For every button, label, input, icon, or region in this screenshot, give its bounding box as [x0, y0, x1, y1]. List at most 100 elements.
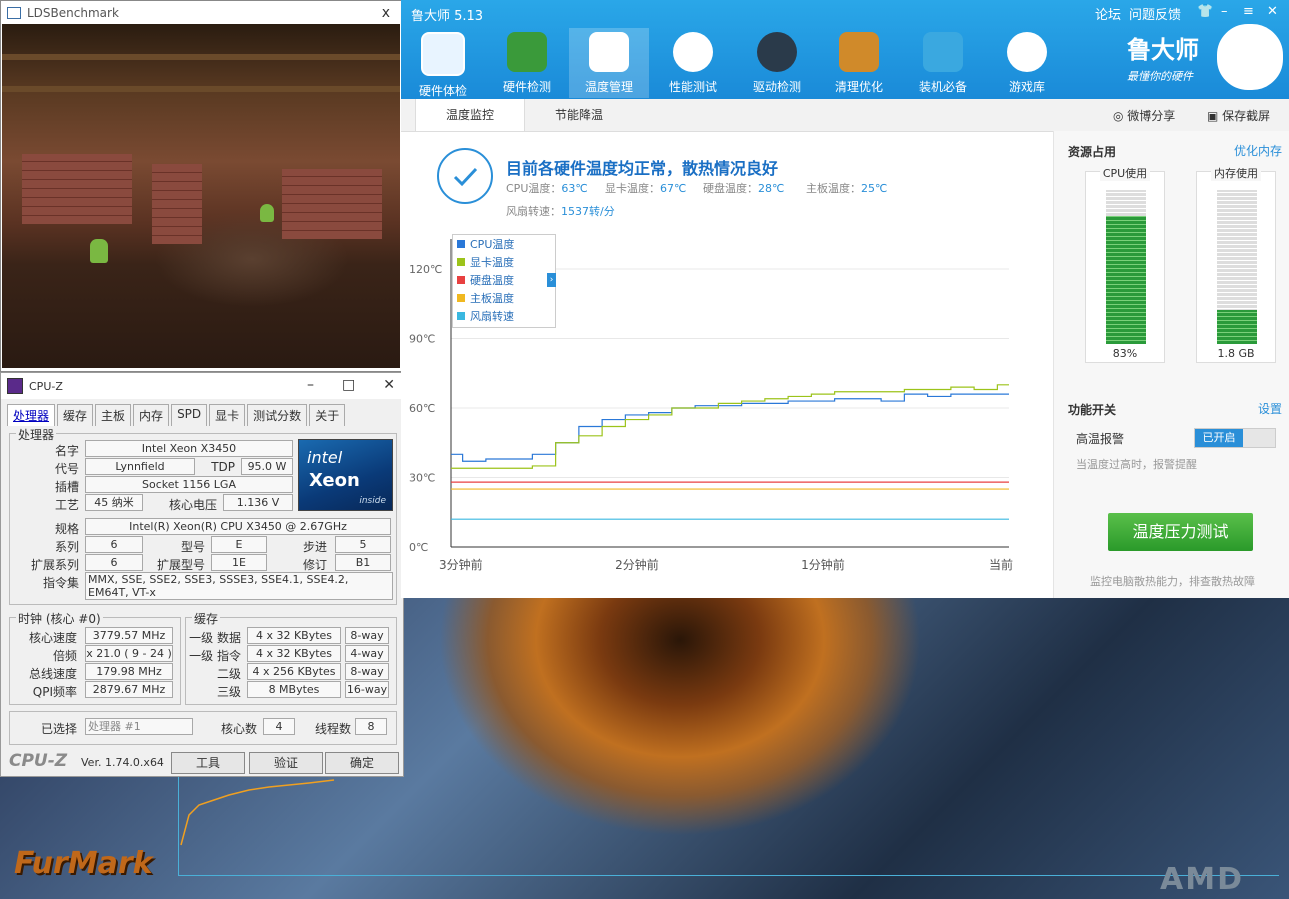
menu-icon[interactable]: ≡ [1243, 4, 1254, 19]
brick-wall [282, 169, 382, 239]
cpuz-title: CPU-Z [29, 379, 63, 393]
tab-memory[interactable]: 内存 [133, 404, 170, 426]
cpu-usage-value: 83% [1112, 347, 1138, 360]
nav-hardware-check[interactable]: 硬件体检 [403, 28, 483, 98]
legend-item[interactable]: 风扇转速 [453, 307, 555, 325]
multiplier-label: 倍频 [52, 649, 77, 663]
qpi-value: 2879.67 MHz [85, 681, 173, 698]
nav-driver[interactable]: 驱动检测 [737, 28, 817, 98]
nav-hardware-detect[interactable]: 硬件检测 [487, 28, 567, 98]
ludashi-header: 鲁大师 5.13 论坛 问题反馈 👕 – ≡ ✕ 硬件体检 硬件检测 温度管理 … [401, 0, 1289, 99]
ext-family-value: 6 [85, 554, 143, 571]
disk-temp-label: 硬盘温度： [703, 182, 758, 195]
stepping-label: 步进 [302, 540, 327, 554]
legend-swatch [457, 294, 465, 302]
droid-character [90, 239, 108, 263]
nav-label: 硬件检测 [502, 80, 551, 94]
x-tick-label: 3分钟前 [439, 557, 483, 572]
cache-group-label: 缓存 [192, 610, 221, 627]
tab-graphics[interactable]: 显卡 [209, 404, 246, 426]
tab-bench[interactable]: 测试分数 [247, 404, 308, 426]
clocks-group-label: 时钟 (核心 #0) [16, 610, 103, 627]
nav-temperature[interactable]: 温度管理 [569, 28, 649, 98]
close-icon[interactable]: ✕ [1267, 4, 1278, 19]
board-temp-label: 主板温度： [806, 182, 861, 195]
tab-cache[interactable]: 缓存 [57, 404, 94, 426]
gpu-temp: 显卡温度：67℃ [605, 180, 686, 196]
cpu-usage-bar [1106, 190, 1146, 344]
tab-mainboard[interactable]: 主板 [95, 404, 132, 426]
close-icon[interactable]: x [382, 5, 390, 21]
l1d-way: 8-way [345, 627, 389, 644]
brand-name: 鲁大师 [1127, 36, 1199, 64]
legend-item[interactable]: 显卡温度 [453, 253, 555, 271]
lds-3d-scene [2, 24, 400, 368]
stress-test-button[interactable]: 温度压力测试 [1108, 513, 1253, 551]
weibo-share-link[interactable]: ◎ 微博分享 [1113, 107, 1175, 124]
legend-swatch [457, 312, 465, 320]
model-label: 型号 [180, 540, 205, 554]
minimize-icon[interactable]: – [307, 377, 314, 393]
voltage-value: 1.136 V [223, 494, 293, 511]
ceiling-beam [2, 86, 400, 92]
minimize-icon[interactable]: – [1221, 4, 1228, 19]
settings-link[interactable]: 设置 [1258, 400, 1282, 417]
instructions-label: 指令集 [42, 576, 79, 590]
shirt-icon[interactable]: 👕 [1197, 4, 1213, 19]
nav-performance[interactable]: 性能测试 [653, 28, 733, 98]
tools-button[interactable]: 工具 [171, 752, 245, 774]
fan-speed-value: 1537转/分 [561, 205, 615, 218]
tab-energy-saving[interactable]: 节能降温 [525, 99, 633, 131]
legend-label: 显卡温度 [470, 256, 514, 269]
bus-speed-label: 总线速度 [28, 667, 77, 681]
codename-label: 代号 [54, 462, 79, 476]
legend-swatch [457, 258, 465, 266]
processor-select[interactable]: 处理器 #1 [85, 718, 193, 735]
tdp-value: 95.0 W [241, 458, 293, 475]
mascot-avatar [1217, 24, 1283, 90]
forum-link[interactable]: 论坛 [1095, 4, 1121, 23]
optimize-memory-link[interactable]: 优化内存 [1234, 142, 1282, 159]
tab-about[interactable]: 关于 [309, 404, 346, 426]
memory-usage-fill [1217, 310, 1257, 344]
nav-cleanup[interactable]: 清理优化 [819, 28, 899, 98]
revision-label: 修订 [302, 558, 327, 572]
multiplier-value: x 21.0 ( 9 - 24 ) [85, 645, 173, 662]
legend-item[interactable]: CPU温度 [453, 235, 555, 253]
legend-collapse-icon[interactable]: › [547, 273, 556, 287]
cpuz-window[interactable]: CPU-Z – □ ✕ 处理器 缓存 主板 内存 SPD 显卡 测试分数 关于 … [0, 372, 404, 777]
stress-test-description: 监控电脑散热能力，排查散热故障 [1090, 575, 1255, 588]
maximize-icon[interactable]: □ [342, 377, 355, 393]
cpuz-version: Ver. 1.74.0.x64 [81, 756, 164, 769]
lds-titlebar[interactable]: LDSBenchmark x [1, 1, 402, 25]
save-screenshot-link[interactable]: ▣ 保存截屏 [1207, 107, 1270, 124]
tab-processor[interactable]: 处理器 [7, 404, 56, 426]
core-speed-value: 3779.57 MHz [85, 627, 173, 644]
cpuz-titlebar[interactable]: CPU-Z – □ ✕ [1, 373, 403, 399]
tdp-label: TDP [211, 460, 235, 474]
close-icon[interactable]: ✕ [383, 377, 395, 393]
legend-swatch [457, 240, 465, 248]
l2-size: 4 x 256 KBytes [247, 663, 341, 680]
y-tick-label: 60℃ [409, 402, 435, 415]
legend-item[interactable]: 硬盘温度 [453, 271, 555, 289]
x-tick-label: 1分钟前 [801, 557, 845, 572]
revision-value: B1 [335, 554, 391, 571]
tech-label: 工艺 [54, 498, 79, 512]
tab-temp-monitor[interactable]: 温度监控 [415, 99, 525, 131]
ludashi-window[interactable]: 鲁大师 5.13 论坛 问题反馈 👕 – ≡ ✕ 硬件体检 硬件检测 温度管理 … [401, 0, 1289, 598]
validate-button[interactable]: 验证 [249, 752, 323, 774]
alarm-toggle[interactable]: 已开启 [1194, 428, 1276, 448]
memory-usage-meter: 内存使用 1.8 GB [1196, 165, 1276, 363]
features-title: 功能开关 [1068, 403, 1117, 417]
nav-games[interactable]: 游戏库 [987, 28, 1067, 98]
ok-button[interactable]: 确定 [325, 752, 399, 774]
nav-essentials[interactable]: 装机必备 [903, 28, 983, 98]
feedback-link[interactable]: 问题反馈 [1129, 4, 1181, 23]
legend-item[interactable]: 主板温度 [453, 289, 555, 307]
cpu-temp-value: 63℃ [561, 182, 588, 195]
tab-spd[interactable]: SPD [171, 404, 208, 426]
gamepad-icon [1007, 32, 1047, 72]
furmark-graph [178, 775, 1279, 876]
l1d-label: 一级 数据 [189, 631, 241, 645]
